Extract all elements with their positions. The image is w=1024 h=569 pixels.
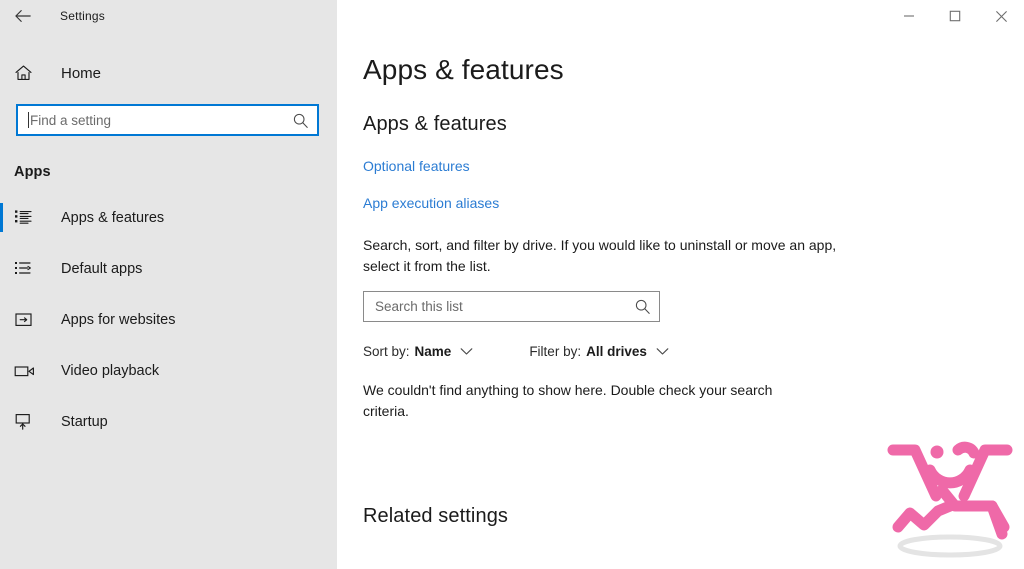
search-icon[interactable] [292,112,309,129]
title-bar-left: Settings [0,0,337,32]
sidebar-item-startup[interactable]: Startup [0,396,337,447]
description-text: Search, sort, and filter by drive. If yo… [363,237,837,274]
chevron-down-icon[interactable] [460,347,473,356]
related-settings-title: Related settings [363,505,509,527]
video-camera-icon [14,363,44,379]
maximize-button[interactable] [932,0,978,32]
main-content: Apps & features Apps & features Optional… [337,0,1024,569]
sidebar-item-home[interactable]: Home [0,54,337,92]
section-title: Apps & features [363,113,507,135]
sort-by-value: Name [414,344,452,359]
sidebar-search[interactable] [16,104,319,136]
sort-by-label: Sort by: [363,344,410,359]
app-title: Settings [60,9,105,23]
search-icon[interactable] [634,298,651,315]
link-optional-features[interactable]: Optional features [363,158,470,174]
list-search-box[interactable] [363,291,660,322]
filter-row: Sort by: Name Filter by: All drives [363,344,1024,359]
app-window-arrow-icon [14,311,44,328]
empty-state-message: We couldn't find anything to show here. … [363,382,773,419]
filter-by-dropdown[interactable]: Filter by: All drives [529,344,669,359]
link-app-execution-aliases[interactable]: App execution aliases [363,195,499,211]
search-input[interactable] [30,112,292,128]
startup-monitor-icon [14,413,44,431]
sort-by-dropdown[interactable]: Sort by: Name [363,344,473,359]
page-title: Apps & features [363,54,564,85]
sidebar-item-label: Video playback [61,362,160,379]
text-caret [28,112,29,128]
close-button[interactable] [978,0,1024,32]
list-search-input[interactable] [375,299,634,314]
back-button[interactable] [0,0,45,32]
sidebar-section-label: Apps [14,164,51,180]
filter-by-value: All drives [586,344,647,359]
pink-happy-figure-watermark [880,434,1020,569]
chevron-down-icon[interactable] [656,347,669,356]
sidebar-nav: Apps & features Default apps Apps for we… [0,192,337,447]
filter-by-label: Filter by: [529,344,582,359]
sidebar-item-label: Startup [61,413,108,430]
list-bullets-icon [14,209,44,226]
home-icon [14,64,44,82]
sidebar-item-default-apps[interactable]: Default apps [0,243,337,294]
sidebar-item-apps-and-features[interactable]: Apps & features [0,192,337,243]
sidebar: Home Apps [0,0,337,569]
sidebar-item-label: Default apps [61,260,143,277]
settings-window: Settings Home Find a setting Apps Apps &… [0,0,1024,569]
default-apps-icon [14,260,44,277]
sidebar-item-apps-for-websites[interactable]: Apps for websites [0,294,337,345]
minimize-button[interactable] [886,0,932,32]
sidebar-item-label: Apps for websites [61,311,176,328]
sidebar-home-label: Home [61,64,102,82]
title-bar: Settings [0,0,1024,32]
sidebar-item-video-playback[interactable]: Video playback [0,345,337,396]
window-controls [337,0,1024,32]
sidebar-item-label: Apps & features [61,209,165,226]
